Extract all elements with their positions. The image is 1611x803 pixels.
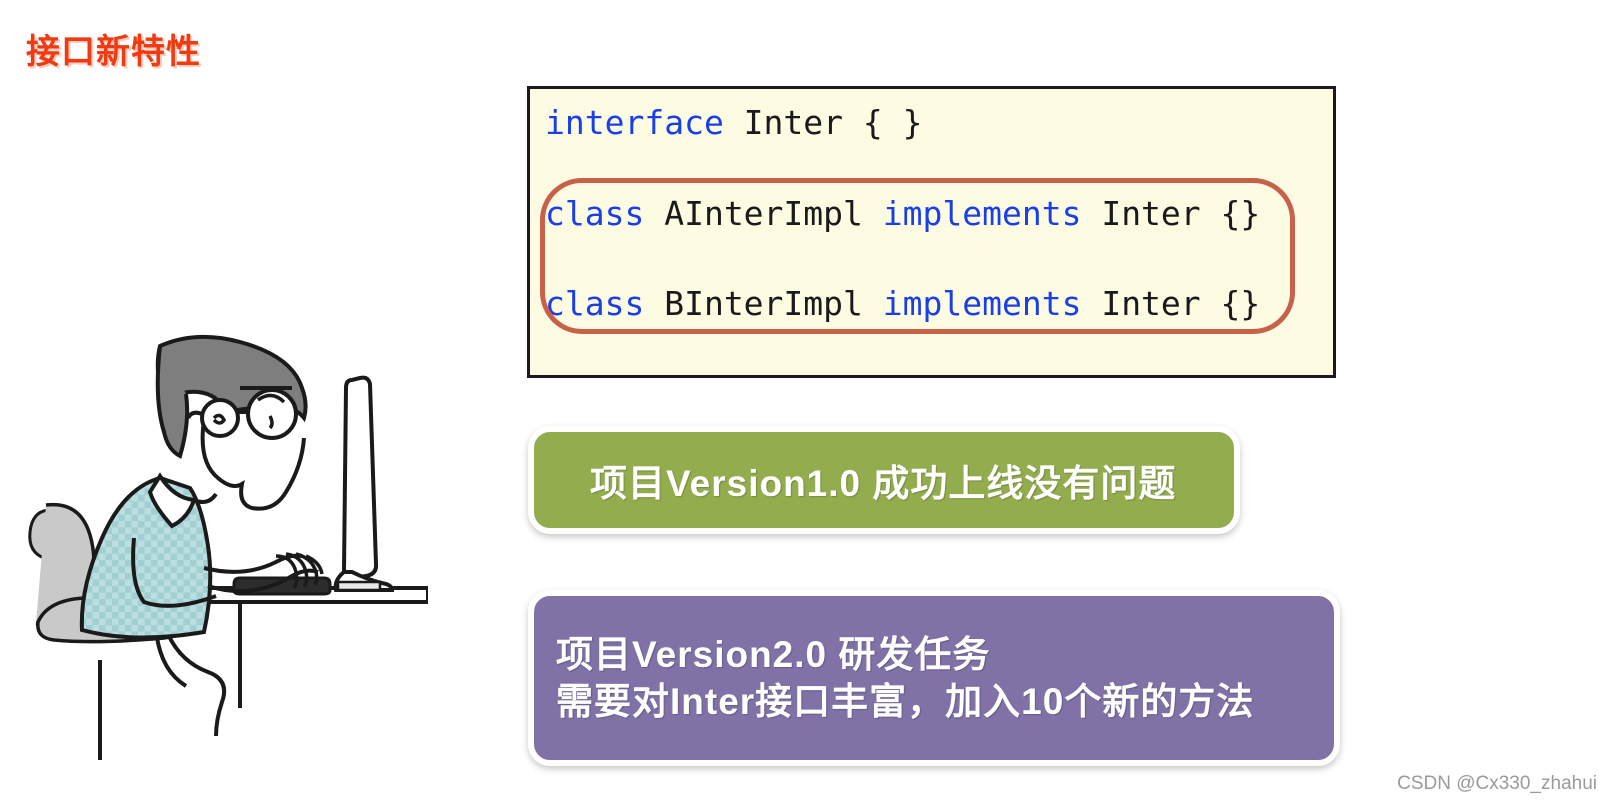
code-text-inter-decl: Inter { } bbox=[723, 103, 923, 142]
keyword-class-a: class bbox=[545, 194, 645, 233]
code-line-interface: interface Inter { } bbox=[545, 103, 923, 142]
code-line-class-b: class BInterImpl implements Inter {} bbox=[545, 284, 1260, 323]
code-panel: interface Inter { } class AInterImpl imp… bbox=[527, 86, 1336, 378]
legs-shape bbox=[154, 623, 227, 737]
code-text-binterimpl: BInterImpl bbox=[644, 284, 883, 323]
keyword-implements-a: implements bbox=[882, 194, 1082, 233]
keyword-implements-b: implements bbox=[882, 284, 1082, 323]
callout-purple-line-2: 需要对Inter接口丰富，加入10个新的方法 bbox=[556, 681, 1255, 722]
shirt-shape bbox=[79, 472, 218, 640]
callout-green-version1: 项目Version1.0 成功上线没有问题 bbox=[528, 426, 1240, 534]
code-line-class-a: class AInterImpl implements Inter {} bbox=[545, 194, 1260, 233]
desk-shape bbox=[202, 586, 430, 708]
keyword-interface: interface bbox=[545, 103, 724, 142]
keyword-class-b: class bbox=[545, 284, 645, 323]
programmer-at-desk-illustration bbox=[8, 300, 430, 770]
csdn-watermark: CSDN @Cx330_zhahui bbox=[1397, 773, 1597, 794]
code-text-ainterimpl: AInterImpl bbox=[644, 194, 883, 233]
code-text-inter-b: Inter {} bbox=[1081, 284, 1261, 323]
computer-monitor-shape bbox=[333, 375, 395, 592]
page-title: 接口新特性 bbox=[26, 33, 201, 71]
callout-green-line-1: 项目Version1.0 成功上线没有问题 bbox=[590, 463, 1177, 504]
callout-purple-line-1: 项目Version2.0 研发任务 bbox=[556, 633, 991, 675]
callout-purple-version2: 项目Version2.0 研发任务 需要对Inter接口丰富，加入10个新的方法 bbox=[528, 590, 1340, 766]
code-text-inter-a: Inter {} bbox=[1081, 194, 1261, 233]
